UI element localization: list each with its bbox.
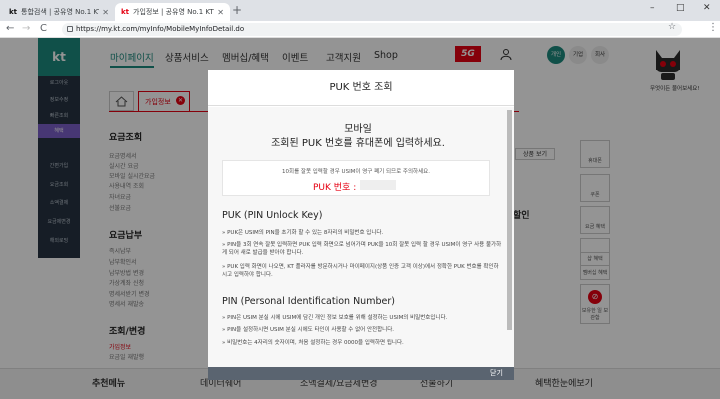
modal-title: PUK 번호 조회: [208, 70, 514, 106]
close-window-icon[interactable]: ✕: [703, 3, 711, 13]
kt-favicon-icon: kt: [9, 8, 18, 16]
close-button[interactable]: 닫기: [490, 368, 503, 378]
back-icon[interactable]: ←: [6, 21, 14, 37]
maximize-icon[interactable]: □: [676, 3, 685, 13]
lock-icon: [67, 26, 73, 32]
modal-intro-line2: 조회된 PUK 번호를 휴대폰에 입력하세요.: [271, 138, 445, 149]
url-input[interactable]: https://my.kt.com/myInfo/MobileMyInfoDet…: [62, 23, 682, 36]
puk-warning: 10회를 잘못 입력할 경우 USIM이 영구 폐기 되므로 주의하세요.: [282, 169, 430, 175]
puk-number-label: PUK 번호 :: [313, 183, 357, 193]
modal-intro-line1: 모바일: [344, 124, 372, 135]
modal-footer: [208, 367, 514, 380]
tab-title: 통합검색 | 공유영 No.1 KT: [21, 8, 100, 16]
puk-heading: PUK (PIN Unlock Key): [222, 210, 323, 221]
pin-point: » PIN을 설정하시면 USIM 분실 시에도 타인이 사용할 수 없어 안전…: [222, 327, 395, 333]
pin-point: » 비밀번호는 4자리의 숫자이며, 처음 설정하는 경우 0000을 입력하면…: [222, 340, 404, 346]
minimize-icon[interactable]: –: [650, 3, 655, 13]
puk-point: » PUK은 USIM의 PIN을 초기화 할 수 있는 8자리의 비밀번호 입…: [222, 230, 384, 236]
browser-menu-icon[interactable]: ⋮: [708, 22, 718, 33]
bookmark-star-icon[interactable]: ☆: [668, 22, 676, 32]
puk-point: » PIN을 3회 연속 잘못 입력하면 PUK 입력 화면으로 넘어가며 PU…: [222, 242, 502, 256]
browser-tab-subscription-info[interactable]: kt 가입정보 | 공유영 No.1 KT ✕: [115, 3, 230, 21]
puk-number-masked: [360, 180, 396, 190]
forward-icon[interactable]: →: [22, 21, 30, 37]
puk-point: » PUK 입력 화면이 나오면, KT 플라자를 방문하시거나 마이페이지(상…: [222, 264, 499, 278]
pin-heading: PIN (Personal Identification Number): [222, 296, 395, 307]
tab-title: 가입정보 | 공유영 No.1 KT: [133, 8, 214, 16]
kt-favicon-icon: kt: [121, 8, 130, 16]
close-tab-icon[interactable]: ✕: [217, 8, 224, 17]
browser-tab-search[interactable]: kt 통합검색 | 공유영 No.1 KT ✕: [3, 3, 115, 21]
new-tab-button[interactable]: +: [232, 4, 242, 16]
reload-icon[interactable]: C: [40, 21, 47, 37]
pin-point: » PIN은 USIM 분실 시에 USIM에 담긴 개인 정보 보호를 위해 …: [222, 315, 448, 321]
close-tab-icon[interactable]: ✕: [102, 8, 109, 17]
